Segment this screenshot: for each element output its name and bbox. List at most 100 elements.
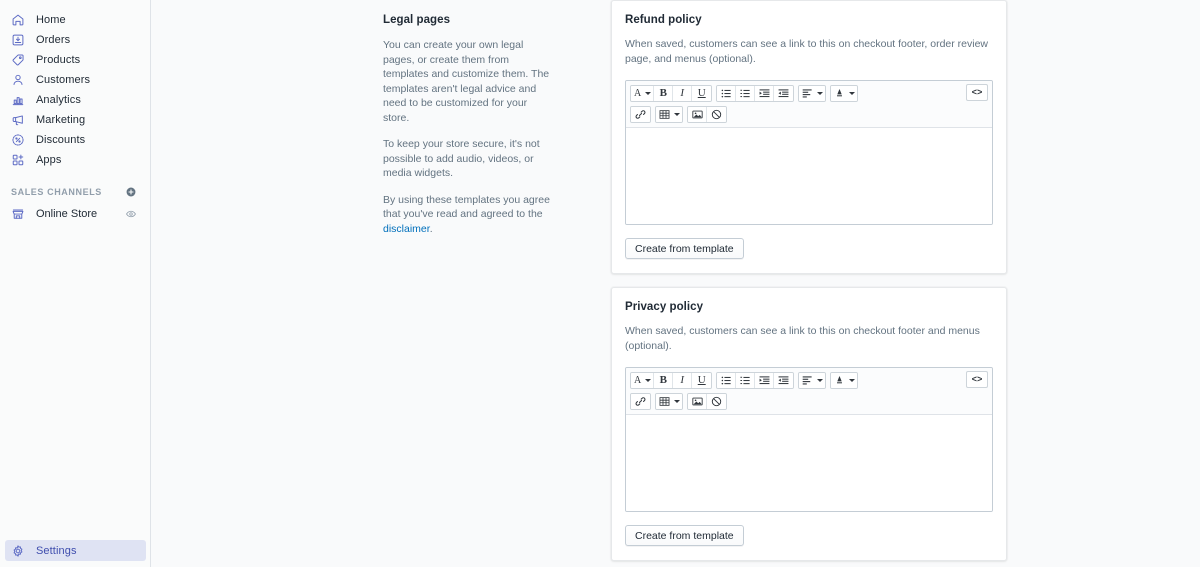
card-title: Refund policy	[625, 14, 702, 26]
toolbar-group-link	[630, 393, 651, 410]
products-tag-icon	[8, 50, 28, 70]
sidebar-item-label: Apps	[36, 154, 62, 166]
text-color-dropdown[interactable]	[831, 86, 858, 101]
disclaimer-link[interactable]: disclaimer	[383, 223, 430, 235]
numbered-list-button[interactable]	[736, 373, 756, 388]
html-code-view-button[interactable]: <>	[966, 84, 988, 101]
bulleted-list-button[interactable]	[717, 373, 737, 388]
bold-button[interactable]: B	[654, 86, 674, 101]
indent-icon	[759, 88, 770, 99]
outdent-button[interactable]	[774, 86, 794, 101]
sidebar-item-products[interactable]: Products	[5, 50, 145, 70]
sidebar-item-label: Online Store	[36, 208, 98, 220]
toolbar-group-align	[798, 372, 827, 389]
table-icon	[659, 109, 670, 120]
sidebar-item-label: Home	[36, 14, 66, 26]
font-style-dropdown[interactable]: A	[631, 86, 655, 101]
toolbar-group-table	[655, 393, 683, 410]
sidebar-item-label: Customers	[36, 74, 91, 86]
sidebar-item-marketing[interactable]: Marketing	[5, 110, 145, 130]
font-style-dropdown[interactable]: A	[631, 373, 655, 388]
privacy-policy-editor-body[interactable]	[626, 415, 992, 511]
clear-formatting-button[interactable]	[707, 107, 726, 122]
align-dropdown[interactable]	[799, 86, 826, 101]
card-description: When saved, customers can see a link to …	[625, 325, 980, 352]
page-title: Legal pages	[383, 14, 451, 26]
insert-table-dropdown[interactable]	[656, 394, 682, 409]
bold-label: B	[659, 374, 667, 386]
numbered-list-button[interactable]	[736, 86, 756, 101]
sidebar-item-customers[interactable]: Customers	[5, 70, 145, 90]
underline-button[interactable]: U	[692, 373, 712, 388]
sidebar-item-settings[interactable]: Settings	[5, 540, 146, 561]
sidebar-item-home[interactable]: Home	[5, 10, 145, 30]
sidebar: Home Orders Products Customers Analytics…	[0, 0, 151, 567]
insert-image-button[interactable]	[688, 107, 707, 122]
toolbar-right-area: <>	[966, 84, 988, 101]
card-description: When saved, customers can see a link to …	[625, 38, 989, 65]
toolbar-group-align	[798, 85, 827, 102]
toolbar-group-color	[830, 85, 859, 102]
chevron-down-icon	[817, 92, 824, 95]
sidebar-item-analytics[interactable]: Analytics	[5, 90, 145, 110]
sidebar-item-label: Analytics	[36, 94, 81, 106]
text-color-dropdown[interactable]	[831, 373, 858, 388]
analytics-bar-chart-icon	[8, 90, 28, 110]
sidebar-item-discounts[interactable]: Discounts	[5, 130, 145, 150]
table-icon	[659, 396, 670, 407]
description-paragraph-3: By using these templates you agree that …	[383, 193, 553, 237]
insert-table-dropdown[interactable]	[656, 107, 682, 122]
sidebar-item-apps[interactable]: Apps	[5, 150, 145, 170]
customers-person-icon	[8, 70, 28, 90]
sales-channels-section-header: SALES CHANNELS	[5, 182, 145, 202]
sidebar-item-label: Discounts	[36, 134, 86, 146]
sidebar-item-label: Marketing	[36, 114, 86, 126]
underline-label: U	[697, 374, 706, 386]
online-store-icon	[8, 204, 28, 224]
italic-button[interactable]: I	[673, 86, 693, 101]
chevron-down-icon	[674, 400, 680, 403]
no-entry-icon	[711, 396, 722, 407]
insert-link-button[interactable]	[631, 394, 650, 409]
underline-button[interactable]: U	[692, 86, 712, 101]
refund-policy-editor: A B I U <>	[625, 80, 993, 225]
insert-link-button[interactable]	[631, 107, 650, 122]
indent-button[interactable]	[755, 86, 775, 101]
underline-label: U	[697, 87, 706, 99]
editor-toolbar-row-1: A B I U <>	[630, 84, 988, 103]
bold-button[interactable]: B	[654, 373, 674, 388]
image-icon	[691, 396, 703, 407]
bullet-list-icon	[721, 88, 732, 99]
refund-policy-editor-body[interactable]	[626, 128, 992, 224]
italic-button[interactable]: I	[673, 373, 693, 388]
html-code-view-button[interactable]: <>	[966, 371, 988, 388]
indent-button[interactable]	[755, 373, 775, 388]
bullet-list-icon	[721, 375, 732, 386]
chevron-down-icon	[645, 379, 652, 382]
settings-legal-layout: Legal pages You can create your own lega…	[383, 0, 1200, 567]
apps-grid-icon	[8, 150, 28, 170]
editor-toolbar-row-2	[630, 105, 988, 124]
align-left-icon	[802, 88, 813, 99]
clear-formatting-button[interactable]	[707, 394, 726, 409]
outdent-icon	[778, 375, 789, 386]
toolbar-group-lists	[716, 372, 795, 389]
privacy-policy-card: Privacy policy When saved, customers can…	[611, 287, 1007, 561]
link-chain-icon	[635, 396, 646, 407]
sidebar-item-label: Orders	[36, 34, 71, 46]
eye-icon[interactable]	[123, 206, 139, 222]
privacy-policy-editor: A B I U <>	[625, 367, 993, 512]
sidebar-item-online-store[interactable]: Online Store	[5, 204, 145, 224]
create-from-template-button[interactable]: Create from template	[625, 238, 744, 259]
add-circle-icon[interactable]	[123, 184, 139, 200]
main-content: Legal pages You can create your own lega…	[151, 0, 1200, 567]
outdent-button[interactable]	[774, 373, 794, 388]
insert-image-button[interactable]	[688, 394, 707, 409]
chevron-down-icon	[849, 92, 856, 95]
bulleted-list-button[interactable]	[717, 86, 737, 101]
sidebar-item-orders[interactable]: Orders	[5, 30, 145, 50]
toolbar-right-area: <>	[966, 371, 988, 388]
create-from-template-button[interactable]: Create from template	[625, 525, 744, 546]
align-dropdown[interactable]	[799, 373, 826, 388]
editor-toolbar-row-1: A B I U <>	[630, 371, 988, 390]
